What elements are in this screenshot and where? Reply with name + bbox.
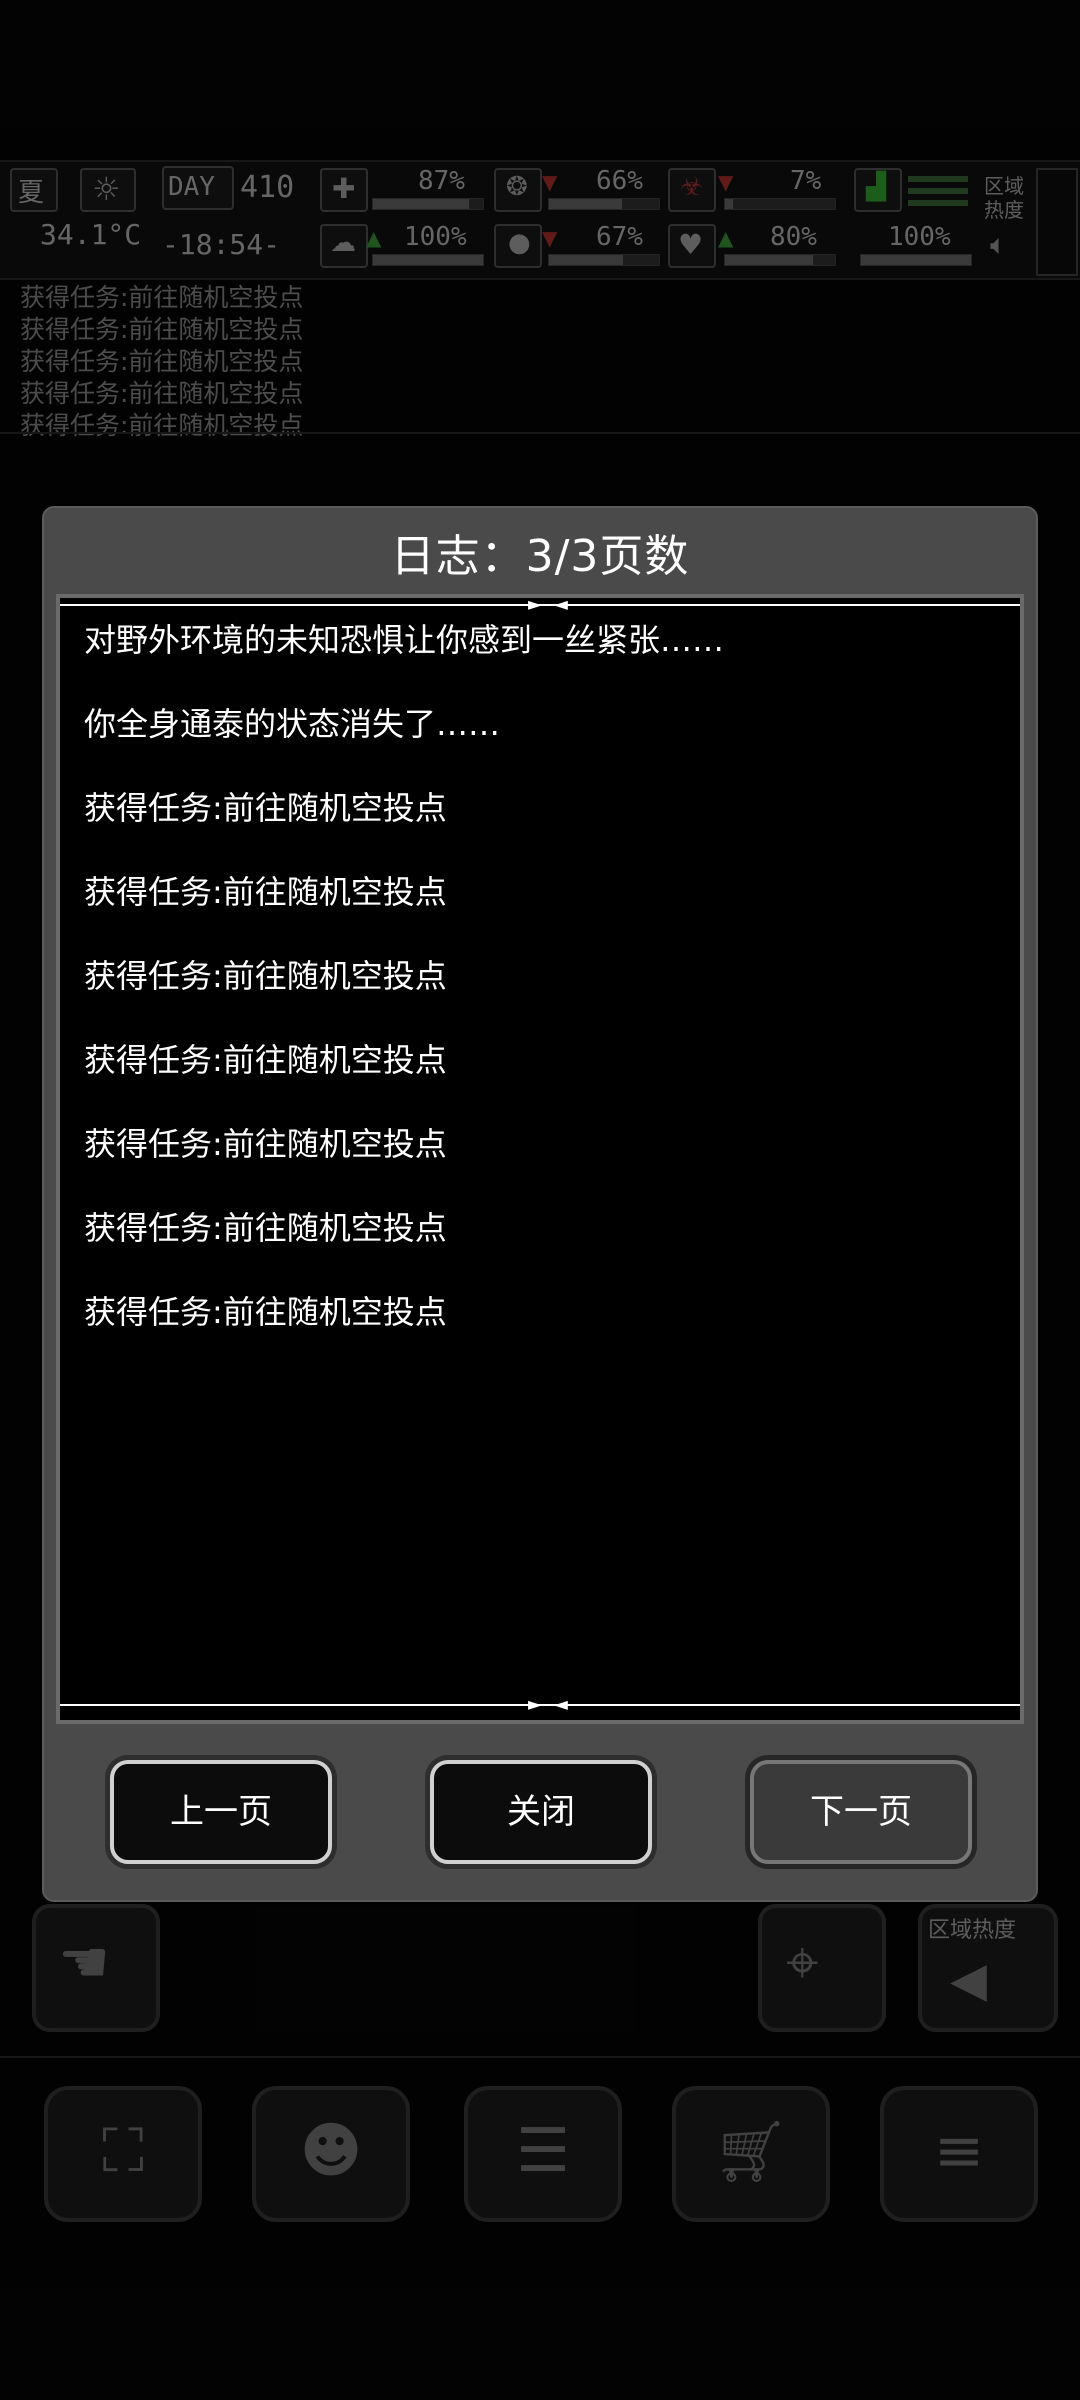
close-button[interactable]: 关闭: [430, 1760, 652, 1864]
divider-arrow-right-icon: ►: [528, 594, 542, 615]
divider-arrow-left-icon: ◄: [554, 1694, 568, 1715]
log-line: 你全身通泰的状态消失了……: [84, 705, 501, 743]
next-page-button[interactable]: 下一页: [750, 1760, 972, 1864]
log-line: 获得任务:前往随机空投点: [84, 873, 447, 911]
log-line: 获得任务:前往随机空投点: [84, 1293, 447, 1331]
prev-page-button[interactable]: 上一页: [110, 1760, 332, 1864]
log-panel[interactable]: ► ◄ 对野外环境的未知恐惧让你感到一丝紧张…… 你全身通泰的状态消失了…… 获…: [56, 594, 1024, 1724]
log-line: 获得任务:前往随机空投点: [84, 1041, 447, 1079]
divider-arrow-right-icon: ►: [528, 1694, 542, 1715]
log-line: 获得任务:前往随机空投点: [84, 1209, 447, 1247]
divider-arrow-left-icon: ◄: [554, 594, 568, 615]
log-line: 获得任务:前往随机空投点: [84, 957, 447, 995]
log-line: 获得任务:前往随机空投点: [84, 789, 447, 827]
log-list: 对野外环境的未知恐惧让你感到一丝紧张…… 你全身通泰的状态消失了…… 获得任务:…: [84, 618, 984, 1374]
log-dialog: 日志：3/3页数 ► ◄ 对野外环境的未知恐惧让你感到一丝紧张…… 你全身通泰的…: [42, 506, 1038, 1902]
dialog-title: 日志：3/3页数: [390, 531, 690, 582]
log-line: 对野外环境的未知恐惧让你感到一丝紧张……: [84, 621, 725, 659]
log-line: 获得任务:前往随机空投点: [84, 1125, 447, 1163]
